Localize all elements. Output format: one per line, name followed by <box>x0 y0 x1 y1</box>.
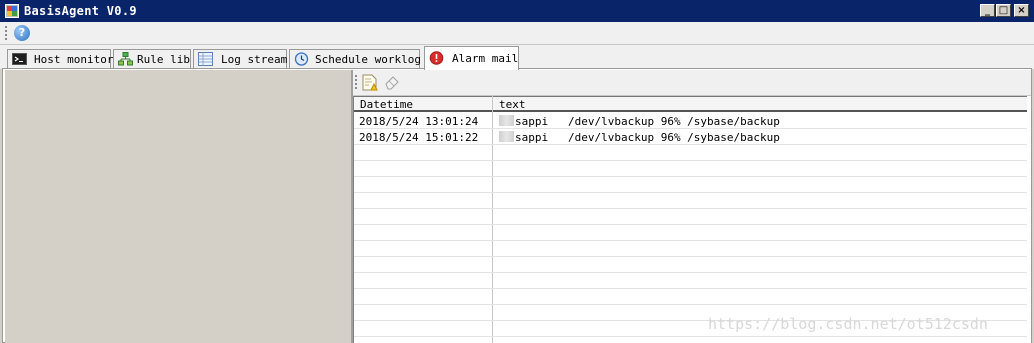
terminal-icon <box>12 53 27 65</box>
eraser-icon[interactable] <box>384 74 400 90</box>
cell-text: sappi /dev/lvbackup 96% /sybase/backup <box>499 131 780 144</box>
empty-row <box>354 241 1027 257</box>
alarm-grid: Datetime text 2018/5/24 13:01:24 sappi /… <box>353 96 1028 343</box>
window-title: BasisAgent V0.9 <box>24 4 137 18</box>
cell-text: sappi /dev/lvbackup 96% /sybase/backup <box>499 115 780 128</box>
watermark: https://blog.csdn.net/ot512csdn <box>708 315 988 333</box>
empty-row <box>354 209 1027 225</box>
help-icon[interactable]: ? <box>14 25 30 41</box>
tab-label: Schedule worklog <box>315 53 421 66</box>
toolbar-grip[interactable] <box>355 75 357 91</box>
tab-alarm-mail[interactable]: Alarm mail <box>424 46 519 70</box>
empty-row <box>354 257 1027 273</box>
empty-row <box>354 177 1027 193</box>
empty-row <box>354 193 1027 209</box>
tab-label: Host monitor <box>34 53 114 66</box>
tab-label: Rule lib <box>137 53 190 66</box>
minimize-button[interactable]: _ <box>980 4 995 17</box>
cell-datetime: 2018/5/24 15:01:22 <box>359 131 479 144</box>
empty-row <box>354 161 1027 177</box>
tab-schedule-worklog[interactable]: Schedule worklog <box>289 49 421 69</box>
alarm-toolbar <box>353 70 1031 96</box>
tab-label: Log stream <box>221 53 288 66</box>
tab-log-stream[interactable]: Log stream <box>193 49 287 69</box>
alarm-mail-panel: Datetime text 2018/5/24 13:01:24 sappi /… <box>353 70 1031 343</box>
log-table-icon <box>198 52 213 66</box>
empty-row <box>354 145 1027 161</box>
left-panel <box>5 70 351 343</box>
cell-datetime: 2018/5/24 13:01:24 <box>359 115 479 128</box>
report-warning-icon[interactable] <box>362 74 378 91</box>
column-header-datetime[interactable]: Datetime <box>360 98 413 111</box>
empty-row <box>354 225 1027 241</box>
tab-host-monitor[interactable]: Host monitor <box>7 49 114 69</box>
tab-label: Alarm mail <box>452 52 519 65</box>
tab-rule-lib[interactable]: Rule lib <box>113 49 191 69</box>
hierarchy-icon <box>118 52 133 66</box>
clock-icon <box>294 52 309 66</box>
redacted-host <box>499 115 514 126</box>
alert-icon <box>429 51 444 65</box>
app-icon <box>5 4 19 18</box>
toolbar-grip[interactable] <box>5 26 7 42</box>
redacted-host <box>499 131 514 142</box>
table-row[interactable]: 2018/5/24 13:01:24 sappi /dev/lvbackup 9… <box>354 113 1027 129</box>
window-titlebar[interactable]: BasisAgent V0.9 _ □ × <box>0 0 1034 22</box>
close-button[interactable]: × <box>1014 4 1029 17</box>
empty-row <box>354 273 1027 289</box>
main-toolbar: ? <box>0 22 1034 45</box>
tab-strip: Host monitor Rule lib Log stream Schedul… <box>0 45 1034 70</box>
column-header-text[interactable]: text <box>499 98 526 111</box>
table-row[interactable]: 2018/5/24 15:01:22 sappi /dev/lvbackup 9… <box>354 129 1027 145</box>
maximize-button[interactable]: □ <box>996 4 1011 17</box>
grid-header: Datetime text <box>354 96 1027 112</box>
empty-row <box>354 289 1027 305</box>
